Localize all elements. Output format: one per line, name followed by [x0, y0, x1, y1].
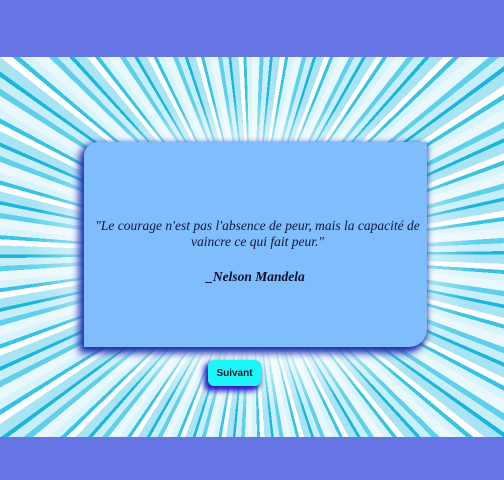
quote-card: "Le courage n'est pas l'absence de peur,…	[84, 142, 427, 347]
quote-text: "Le courage n'est pas l'absence de peur,…	[95, 218, 420, 249]
next-button[interactable]: Suivant	[208, 360, 261, 386]
quote-author: _Nelson Mandela	[206, 269, 305, 284]
page: "Le courage n'est pas l'absence de peur,…	[0, 0, 504, 480]
